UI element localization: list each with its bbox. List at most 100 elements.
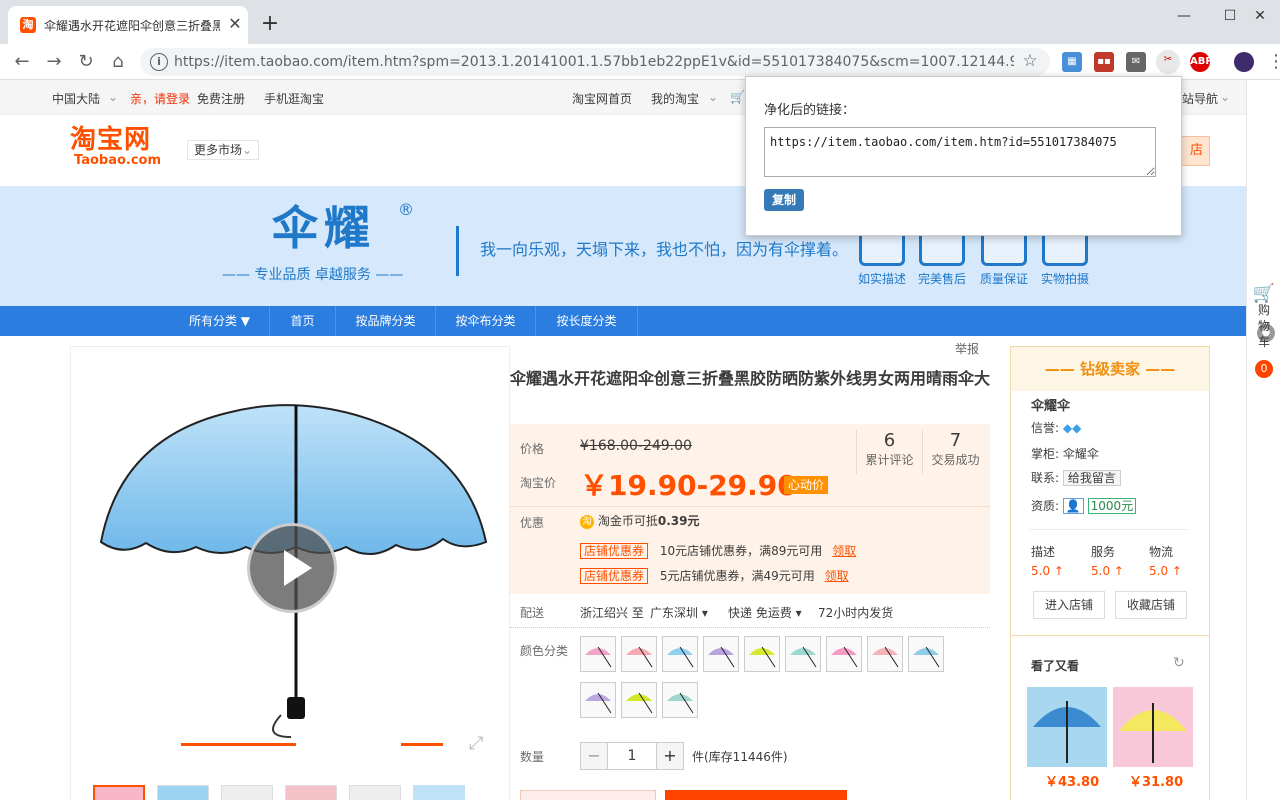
- nav-by-brand[interactable]: 按品牌分类: [336, 306, 436, 336]
- color-swatch[interactable]: [908, 636, 944, 672]
- get-coupon-link[interactable]: 领取: [825, 569, 849, 583]
- link-cleaner-icon[interactable]: ✂: [1156, 50, 1180, 74]
- cleaned-url-field[interactable]: https://item.taobao.com/item.htm?id=5510…: [764, 127, 1156, 177]
- home-icon[interactable]: ⌂: [106, 50, 130, 74]
- register-link[interactable]: 免费注册: [197, 90, 245, 107]
- destination-select[interactable]: 广东深圳 ▾: [650, 604, 708, 621]
- brand-subtitle: —— 专业品质 卓越服务 ——: [222, 267, 404, 283]
- thumbnail[interactable]: [93, 785, 145, 800]
- expand-icon[interactable]: ⤢: [469, 733, 483, 754]
- color-swatch[interactable]: [662, 636, 698, 672]
- address-bar[interactable]: i https://item.taobao.com/item.htm?spm=2…: [140, 48, 1050, 76]
- right-sidebar: ●: [1246, 80, 1280, 800]
- seller-name[interactable]: 伞耀伞: [1031, 395, 1070, 414]
- leave-message-button[interactable]: 给我留言: [1062, 470, 1121, 486]
- thumbnail[interactable]: [221, 785, 273, 800]
- url-text[interactable]: https://item.taobao.com/item.htm?spm=201…: [174, 54, 1014, 70]
- mobile-link[interactable]: 手机逛淘宝: [264, 90, 324, 107]
- contact-row: 联系: 给我留言: [1031, 469, 1121, 486]
- color-swatch[interactable]: [744, 636, 780, 672]
- buy-now-button[interactable]: [520, 790, 656, 800]
- reload-icon[interactable]: ↻: [74, 50, 98, 74]
- close-tab-icon[interactable]: ✕: [226, 15, 244, 33]
- keeper-row: 掌柜: 伞耀伞: [1031, 447, 1099, 461]
- quantity-input[interactable]: 1: [608, 742, 656, 770]
- thumbnail[interactable]: [413, 785, 465, 800]
- my-taobao-link[interactable]: 我的淘宝: [651, 90, 699, 107]
- login-link[interactable]: 亲，请登录: [130, 90, 190, 107]
- price-box: 价格 ¥168.00-249.00 淘宝价 ￥19.90-29.90 心动价 6…: [510, 424, 990, 594]
- shipping-method[interactable]: 快递 免运费 ▾: [728, 604, 802, 621]
- color-swatch[interactable]: [662, 682, 698, 718]
- enter-store-button[interactable]: 进入店铺: [1033, 591, 1105, 619]
- nav-all-categories[interactable]: 所有分类 ▼: [170, 306, 270, 336]
- get-coupon-link[interactable]: 领取: [832, 544, 856, 558]
- favorite-store-button[interactable]: 收藏店铺: [1115, 591, 1187, 619]
- divider: [456, 226, 459, 276]
- add-to-cart-button[interactable]: [665, 790, 847, 800]
- cart-count-badge: 0: [1255, 360, 1273, 378]
- adblock-icon[interactable]: ABP: [1190, 52, 1213, 72]
- increase-qty-button[interactable]: +: [656, 742, 684, 770]
- rating-service: 服务 5.0 ↑: [1091, 545, 1124, 578]
- region-select[interactable]: 中国大陆: [52, 90, 100, 107]
- popup-title: 净化后的链接：: [764, 103, 856, 118]
- play-video-button[interactable]: [247, 523, 337, 613]
- deposit-badge[interactable]: 1000元: [1087, 498, 1137, 514]
- new-tab-icon[interactable]: +: [260, 13, 280, 35]
- service-quality: 质量保证: [974, 228, 1034, 298]
- devtools-extension-icon[interactable]: ▪▪: [1094, 52, 1114, 72]
- color-options: 颜色分类: [510, 636, 990, 726]
- taobao-home-link[interactable]: 淘宝网首页: [572, 90, 632, 107]
- color-swatch[interactable]: [621, 682, 657, 718]
- id-icon: 👤: [1062, 498, 1084, 514]
- color-swatch[interactable]: [785, 636, 821, 672]
- nav-by-fabric[interactable]: 按伞布分类: [436, 306, 536, 336]
- grid-extension-icon[interactable]: ▦: [1062, 52, 1082, 72]
- menu-icon[interactable]: ⋮: [1264, 50, 1280, 74]
- coupon-tag: 店铺优惠券: [580, 568, 649, 584]
- taojinbi-offer: 淘 淘金币可抵0.39元: [580, 512, 699, 529]
- recommended-item-image[interactable]: [1027, 687, 1107, 767]
- report-link[interactable]: 举报: [955, 340, 979, 357]
- minimize-icon[interactable]: —: [1164, 4, 1204, 28]
- bookmark-star-icon[interactable]: ☆: [1020, 51, 1040, 71]
- decrease-qty-button[interactable]: −: [580, 742, 608, 770]
- color-swatch[interactable]: [703, 636, 739, 672]
- site-info-icon[interactable]: i: [150, 53, 168, 71]
- thumbnail[interactable]: [349, 785, 401, 800]
- taobao-logo[interactable]: 淘宝网 Taobao.com: [70, 126, 170, 168]
- profile-avatar-icon[interactable]: [1234, 52, 1254, 72]
- forward-icon[interactable]: →: [42, 50, 66, 74]
- color-swatch[interactable]: [580, 682, 616, 718]
- refresh-icon[interactable]: ↻: [1173, 655, 1185, 671]
- divider: [1029, 529, 1189, 530]
- mail-icon[interactable]: ✉: [1126, 52, 1146, 72]
- back-icon[interactable]: ←: [10, 50, 34, 74]
- color-swatch[interactable]: [580, 636, 616, 672]
- more-market-dropdown[interactable]: 更多市场⌄: [187, 140, 259, 160]
- thumbnail[interactable]: [285, 785, 337, 800]
- quantity-row: 数量 − 1 + 件(库存11446件): [510, 740, 990, 776]
- thumbnail[interactable]: [157, 785, 209, 800]
- color-swatch[interactable]: [621, 636, 657, 672]
- review-count[interactable]: 6 累计评论: [856, 430, 922, 474]
- nav-home[interactable]: 首页: [270, 306, 336, 336]
- nav-by-length[interactable]: 按长度分类: [536, 306, 638, 336]
- copy-button[interactable]: 复制: [764, 189, 804, 211]
- qualification-row: 资质: 👤 1000元: [1031, 497, 1137, 514]
- divider: [510, 506, 990, 507]
- color-swatch[interactable]: [826, 636, 862, 672]
- stock-info: 件(库存11446件): [692, 750, 788, 764]
- brand-logo: 伞耀: [272, 201, 376, 255]
- close-window-icon[interactable]: ✕: [1240, 4, 1280, 28]
- recommended-item-image[interactable]: [1113, 687, 1193, 767]
- cart-icon[interactable]: 🛒: [730, 90, 745, 104]
- product-gallery: ⤢: [70, 346, 510, 800]
- seller-level: —— 钻级卖家 ——: [1011, 347, 1209, 391]
- video-progress: [181, 743, 296, 746]
- sidebar-cart[interactable]: 🛒 购物车: [1252, 285, 1276, 350]
- color-swatch[interactable]: [867, 636, 903, 672]
- site-nav-link[interactable]: 站导航: [1182, 90, 1218, 107]
- browser-tab[interactable]: 淘 伞耀遇水开花遮阳伞创意三折叠黑 ✕: [8, 6, 248, 44]
